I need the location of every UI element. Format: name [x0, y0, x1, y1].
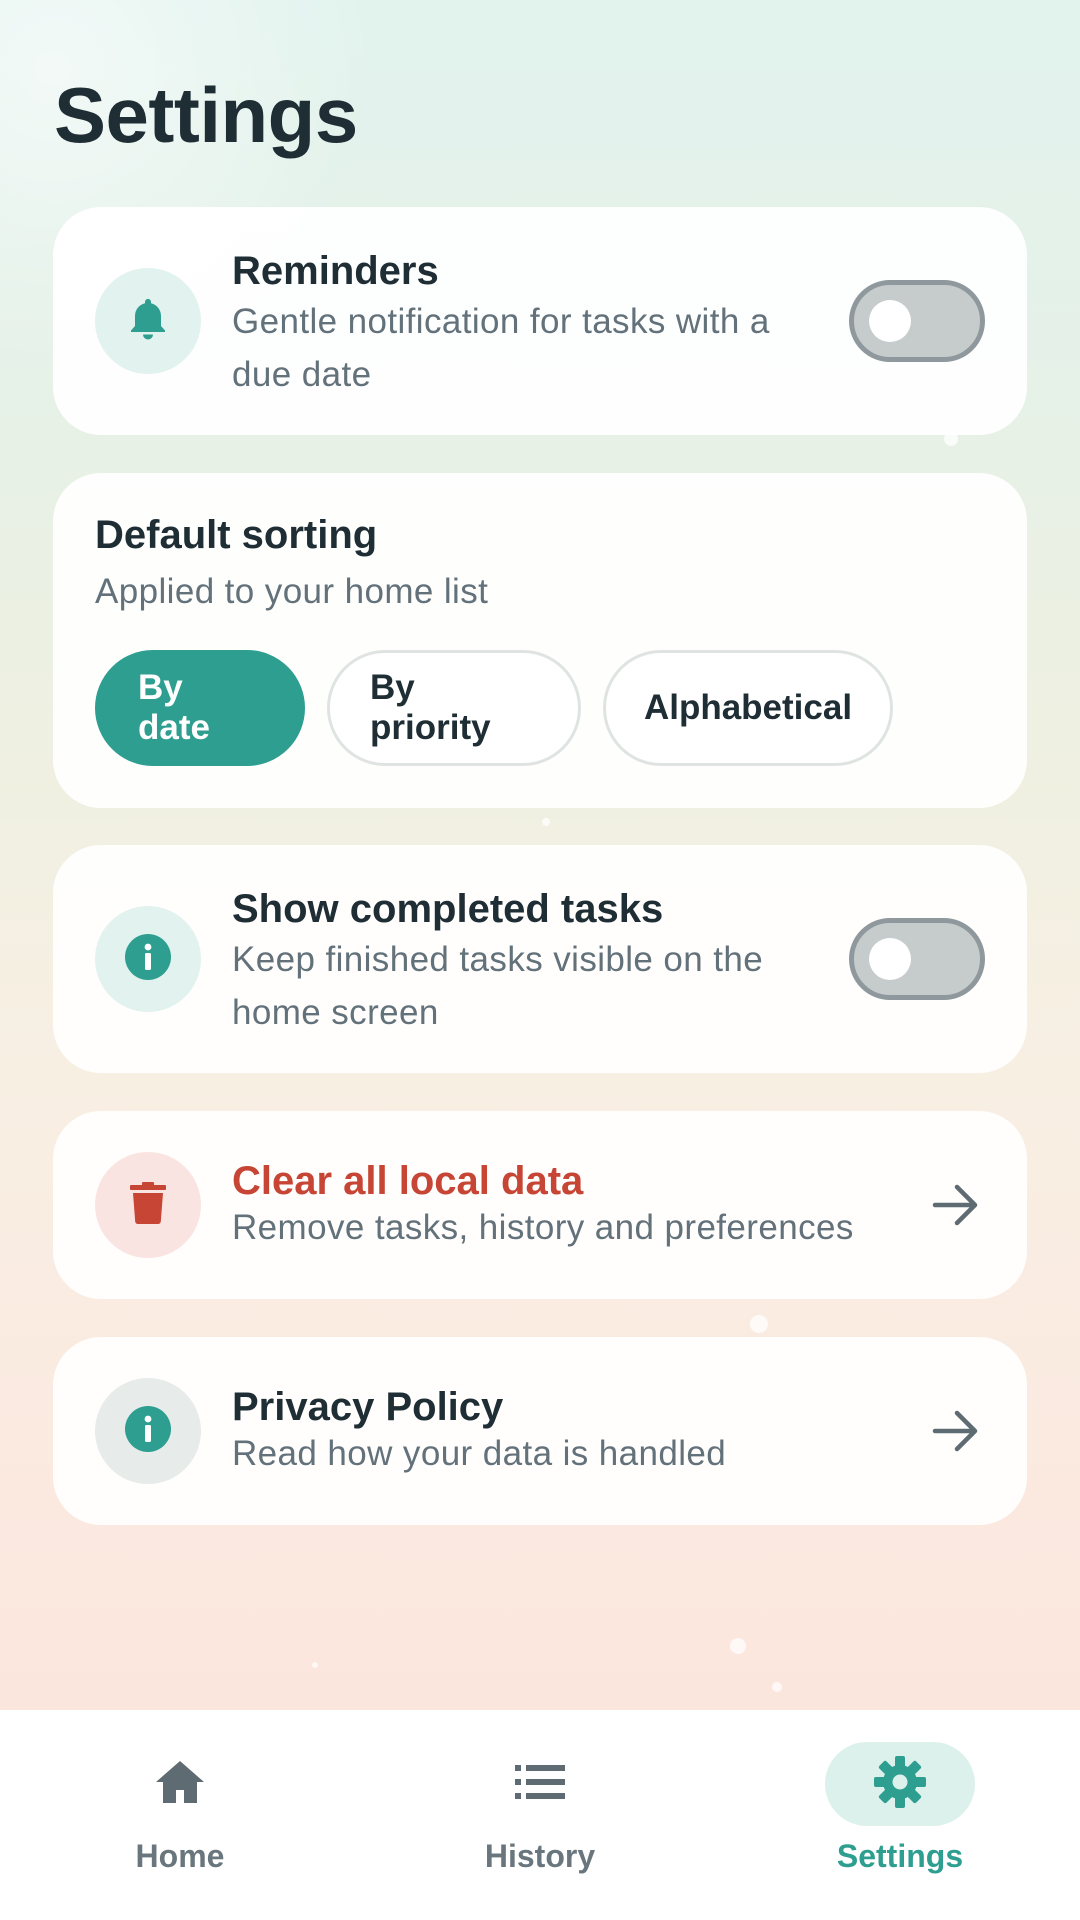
completed-toggle[interactable]	[849, 918, 985, 1000]
sort-alphabetical-chip[interactable]: Alphabetical	[603, 650, 893, 766]
toggle-knob	[869, 300, 911, 342]
reminders-subtitle-line2: due date	[232, 355, 372, 394]
toggle-knob	[869, 938, 911, 980]
completed-subtitle-line2: home screen	[232, 993, 439, 1032]
privacy-subtitle: Read how your data is handled	[232, 1434, 727, 1473]
background-dot	[730, 1638, 746, 1654]
sorting-title: Default sorting	[95, 513, 378, 557]
reminders-text: Reminders Gentle notification for tasks …	[232, 247, 832, 401]
reminders-title: Reminders	[232, 249, 439, 293]
clear-data-icon-badge	[95, 1152, 201, 1258]
page-title: Settings	[54, 71, 358, 159]
clear-data-text: Clear all local data Remove tasks, histo…	[232, 1157, 932, 1251]
bell-icon	[128, 297, 168, 346]
arrow-right-icon	[927, 1402, 985, 1460]
home-icon	[154, 1759, 206, 1810]
privacy-text: Privacy Policy Read how your data is han…	[232, 1383, 932, 1477]
nav-item-home[interactable]: Home	[0, 1710, 360, 1920]
clear-data-subtitle: Remove tasks, history and preferences	[232, 1208, 854, 1247]
sorting-subtitle: Applied to your home list	[95, 572, 489, 611]
gear-icon	[873, 1755, 927, 1814]
background-dot	[772, 1682, 782, 1692]
nav-label-settings: Settings	[836, 1838, 964, 1874]
background-dot	[542, 818, 550, 826]
completed-text: Show completed tasks Keep finished tasks…	[232, 885, 832, 1039]
reminders-subtitle-line1: Gentle notification for tasks with a	[232, 302, 770, 341]
reminders-toggle[interactable]	[849, 280, 985, 362]
reminders-card: Reminders Gentle notification for tasks …	[53, 207, 1027, 435]
nav-item-settings[interactable]: Settings	[720, 1710, 1080, 1920]
list-icon	[515, 1764, 565, 1805]
nav-label-history: History	[484, 1838, 596, 1874]
info-icon	[124, 933, 172, 986]
completed-icon-badge	[95, 906, 201, 1012]
sort-by-date-chip[interactable]: By date	[95, 650, 305, 766]
sorting-card: Default sorting Applied to your home lis…	[53, 473, 1027, 808]
privacy-title: Privacy Policy	[232, 1385, 504, 1429]
clear-data-card[interactable]: Clear all local data Remove tasks, histo…	[53, 1111, 1027, 1299]
info-icon	[124, 1405, 172, 1458]
background-dot	[312, 1662, 318, 1668]
sorting-options: By date By priority Alphabetical	[95, 650, 893, 766]
nav-home-icon-wrap	[105, 1742, 255, 1826]
privacy-card[interactable]: Privacy Policy Read how your data is han…	[53, 1337, 1027, 1525]
sort-by-priority-chip[interactable]: By priority	[327, 650, 581, 766]
privacy-icon-badge	[95, 1378, 201, 1484]
nav-settings-icon-wrap	[825, 1742, 975, 1826]
trash-icon	[130, 1181, 166, 1229]
bottom-navigation: Home History Settings	[0, 1710, 1080, 1920]
completed-subtitle-line1: Keep finished tasks visible on the	[232, 940, 764, 979]
arrow-right-icon	[927, 1176, 985, 1234]
nav-history-icon-wrap	[465, 1742, 615, 1826]
nav-label-home: Home	[135, 1838, 225, 1874]
completed-title: Show completed tasks	[232, 887, 664, 931]
nav-item-history[interactable]: History	[360, 1710, 720, 1920]
background-dot	[750, 1315, 768, 1333]
clear-data-title: Clear all local data	[232, 1159, 584, 1203]
reminders-icon-badge	[95, 268, 201, 374]
completed-tasks-card: Show completed tasks Keep finished tasks…	[53, 845, 1027, 1073]
